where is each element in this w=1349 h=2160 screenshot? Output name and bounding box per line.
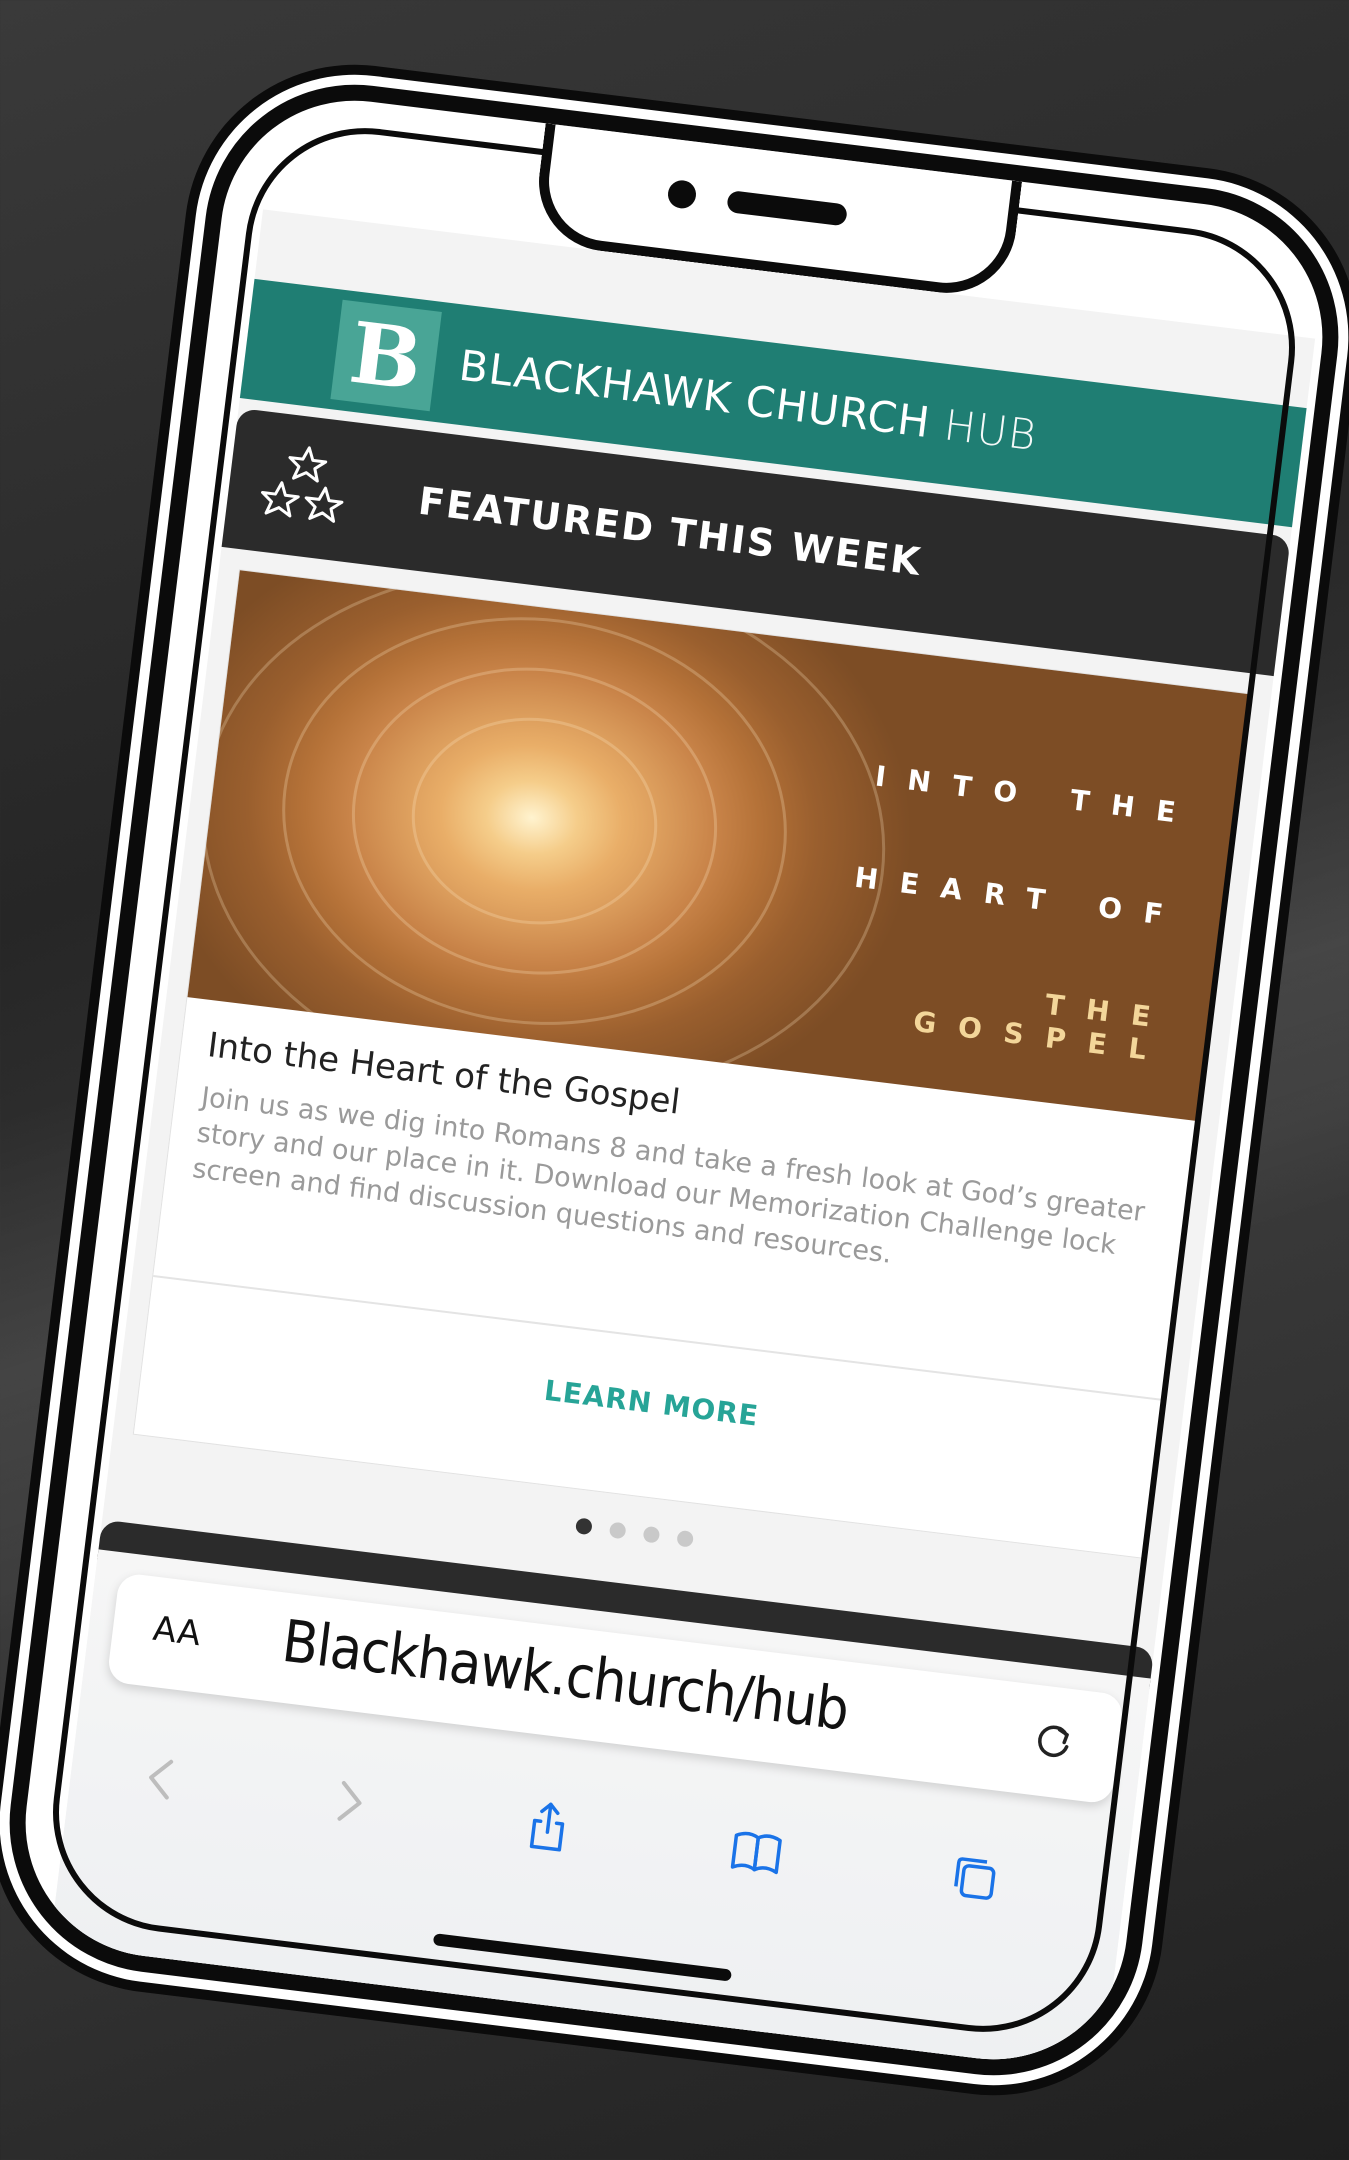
reload-icon[interactable] [1026, 1712, 1082, 1768]
hero-line-2: HEART OF [852, 860, 1187, 934]
home-indicator[interactable] [432, 1933, 733, 1982]
site-title-suffix: HUB [941, 399, 1040, 460]
carousel-dot-1[interactable] [575, 1517, 593, 1536]
carousel-dot-4[interactable] [676, 1529, 695, 1548]
camera [666, 178, 698, 210]
learn-more-button[interactable]: LEARN MORE [143, 1325, 1159, 1482]
tabs-icon[interactable] [941, 1845, 1008, 1912]
site-title-main: BLACKHAWK CHURCH [456, 340, 934, 447]
share-icon[interactable] [515, 1793, 582, 1860]
featured-label: FEATURED THIS WEEK [416, 478, 925, 585]
speaker [726, 190, 848, 227]
hero-text: INTO THE HEART OF THE GOSPEL [780, 753, 1199, 1122]
bookmarks-icon[interactable] [723, 1818, 790, 1885]
card-divider [153, 1275, 1166, 1402]
phone-frame: B BLACKHAWK CHURCH HUB FEATURED THIS WEE… [0, 67, 1349, 2093]
screen: B BLACKHAWK CHURCH HUB FEATURED THIS WEE… [48, 209, 1316, 2086]
text-size-button[interactable]: AA [151, 1609, 203, 1654]
hero-line-1: INTO THE [873, 759, 1200, 832]
forward-icon[interactable] [316, 1768, 383, 1835]
carousel-dot-2[interactable] [608, 1521, 627, 1540]
carousel-dot-3[interactable] [642, 1525, 661, 1544]
site-logo[interactable]: B [330, 299, 442, 412]
hero-line-3: THE GOSPEL [911, 987, 1175, 1069]
phone-body: B BLACKHAWK CHURCH HUB FEATURED THIS WEE… [0, 67, 1349, 2093]
stars-icon [254, 436, 354, 536]
back-icon[interactable] [128, 1745, 195, 1812]
site-title[interactable]: BLACKHAWK CHURCH HUB [457, 340, 1040, 459]
featured-card[interactable]: INTO THE HEART OF THE GOSPEL Into the He… [132, 569, 1254, 1560]
